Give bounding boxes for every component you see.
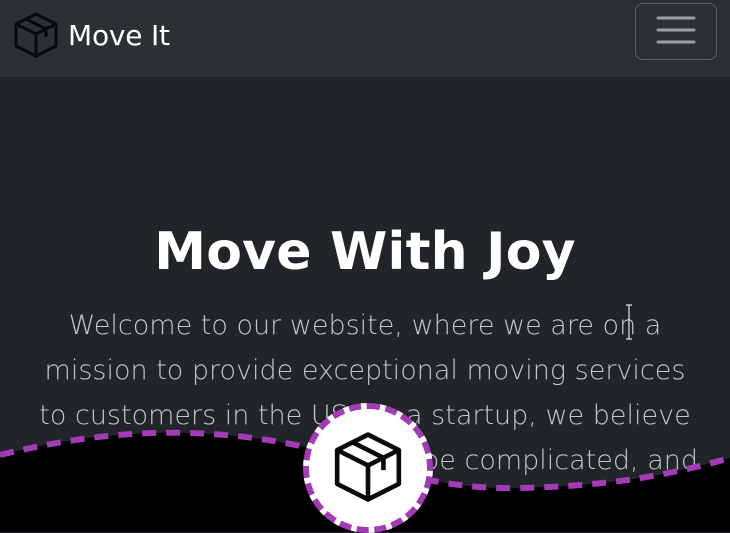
hero-title: Move With Joy [154, 222, 576, 282]
navbar: Move It [0, 0, 730, 78]
box-icon [331, 430, 405, 507]
brand-link[interactable]: Move It [12, 10, 170, 60]
text-cursor-icon [624, 304, 632, 340]
hamburger-icon [656, 15, 696, 48]
box-icon [12, 11, 60, 59]
fab-button[interactable] [303, 403, 433, 533]
navbar-toggler-button[interactable] [635, 3, 717, 60]
brand-name: Move It [68, 18, 170, 52]
